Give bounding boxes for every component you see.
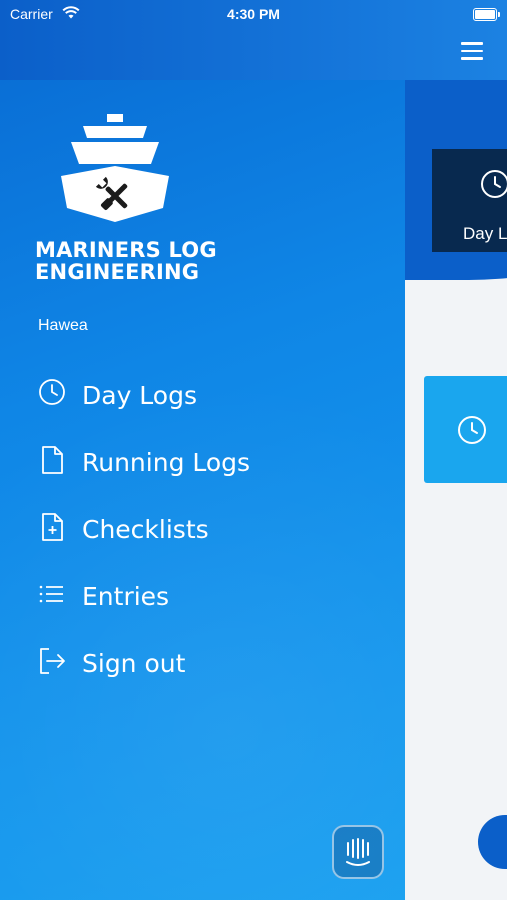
chat-button[interactable] [332, 825, 384, 879]
document-icon [42, 446, 63, 474]
nav-item-label: Running Logs [82, 448, 251, 477]
nav-item-label: Checklists [82, 515, 209, 544]
brand-title: MARINERS LOG [35, 238, 217, 262]
clock-icon [481, 170, 507, 198]
floating-action-button[interactable] [478, 815, 507, 869]
hamburger-menu-icon[interactable] [461, 42, 483, 60]
nav-item-label: Entries [82, 582, 170, 611]
nav-item-label: Sign out [82, 649, 186, 678]
battery-icon [473, 8, 500, 21]
status-bar: Carrier 4:30 PM [0, 0, 507, 30]
clock-icon [39, 379, 65, 405]
day-logs-card-label: Day L [463, 224, 507, 243]
log-tile[interactable] [424, 376, 507, 483]
sign-out-icon [40, 648, 65, 674]
brand-subtitle: ENGINEERING [35, 260, 200, 284]
clock-time: 4:30 PM [227, 6, 280, 22]
mariners-log-logo [61, 114, 169, 222]
intercom-chat-icon [346, 838, 370, 866]
navigation-drawer: MARINERS LOG ENGINEERING Hawea Day Logs … [0, 80, 405, 900]
vessel-name: Hawea [38, 317, 88, 334]
document-plus-icon [42, 513, 63, 541]
nav-item-label: Day Logs [82, 381, 197, 410]
day-logs-card[interactable]: Day L [432, 149, 507, 252]
main-content: Day L [405, 80, 507, 900]
clock-icon [458, 416, 486, 444]
list-icon [39, 585, 63, 603]
